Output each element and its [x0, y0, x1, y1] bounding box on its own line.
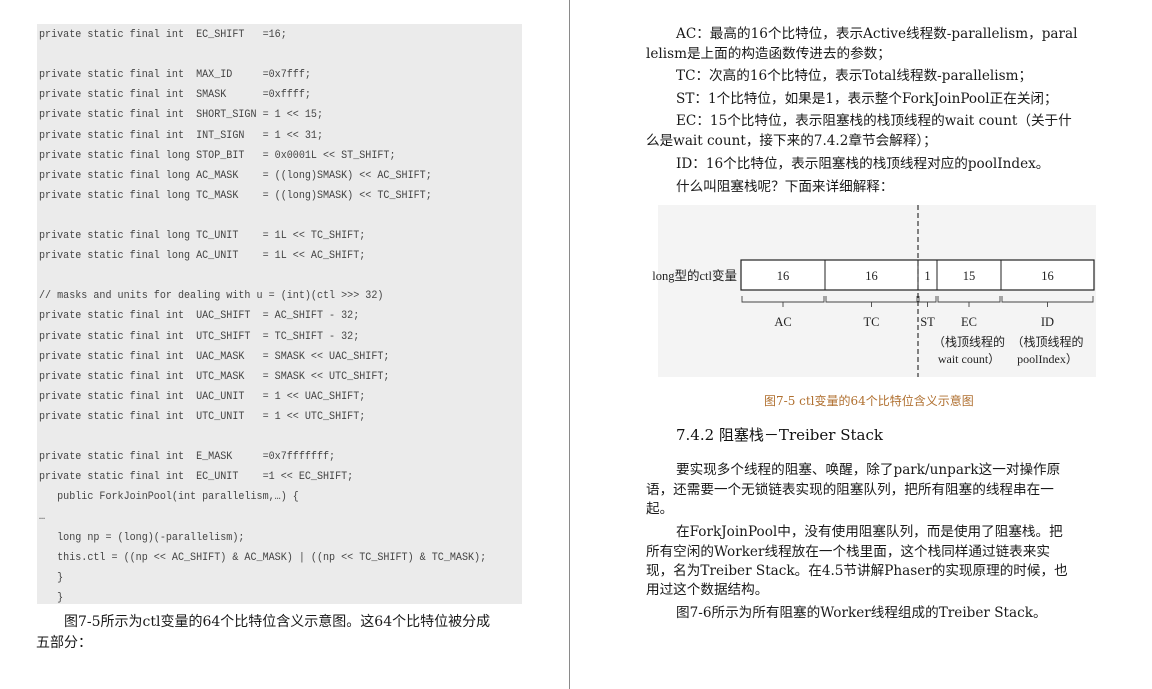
text-line: 在ForkJoinPool中，没有使用阻塞队列，而是使用了阻塞栈。把 — [676, 524, 1063, 540]
text-line: 所有空闲的Worker线程放在一个栈里面，这个栈同样通过链表来实 — [646, 544, 1050, 560]
text-line: 要实现多个线程的阻塞、唤醒，除了park/unpark这一对操作原 — [676, 462, 1061, 478]
field-desc-id: poolIndex） — [1017, 352, 1078, 366]
field-desc-id: （栈顶线程的 — [1011, 334, 1083, 349]
text-line: 语，还需要一个无锁链表实现的阻塞队列，把所有阻塞的线程串在一 — [646, 482, 1054, 498]
bit-count-tc: 16 — [865, 269, 878, 283]
field-name-ac: AC — [774, 315, 791, 329]
field-desc-ec: wait count） — [938, 352, 1000, 366]
bit-count-id: 16 — [1041, 269, 1054, 283]
field-name-ec: EC — [961, 315, 977, 329]
section-title: 7.4.2 阻塞栈－Treiber Stack — [676, 426, 883, 444]
brace-id — [1001, 296, 1094, 307]
field-name-st: ST — [920, 315, 935, 329]
field-desc-ec: （栈顶线程的 — [933, 334, 1005, 349]
bit-count-ac: 16 — [777, 269, 790, 283]
text-line: 起。 — [646, 501, 674, 517]
ctl-bit-diagram-svg: long型的ctl变量 16 AC 16 TC 1 ST 15 EC （栈顶线程的 wait cou… — [652, 205, 1095, 377]
text-line: 现，名为Treiber Stack。在4.5节讲解Phaser的实现原理的时候，… — [646, 563, 1068, 579]
bit-count-ec: 15 — [963, 269, 976, 283]
field-name-id: ID — [1041, 315, 1054, 329]
field-name-tc: TC — [864, 315, 880, 329]
bit-count-st: 1 — [924, 269, 930, 283]
figure-caption: 图7-5 ctl变量的64个比特位含义示意图 — [764, 394, 974, 408]
text-line: 图7-6所示为所有阻塞的Worker线程组成的Treiber Stack。 — [676, 605, 1047, 621]
brace-ac — [741, 296, 825, 307]
text-line: 用过这个数据结构。 — [646, 582, 769, 598]
brace-st — [918, 296, 937, 307]
brace-tc — [825, 296, 918, 307]
variable-label: long型的ctl变量 — [652, 268, 737, 283]
brace-ec — [937, 296, 1001, 307]
